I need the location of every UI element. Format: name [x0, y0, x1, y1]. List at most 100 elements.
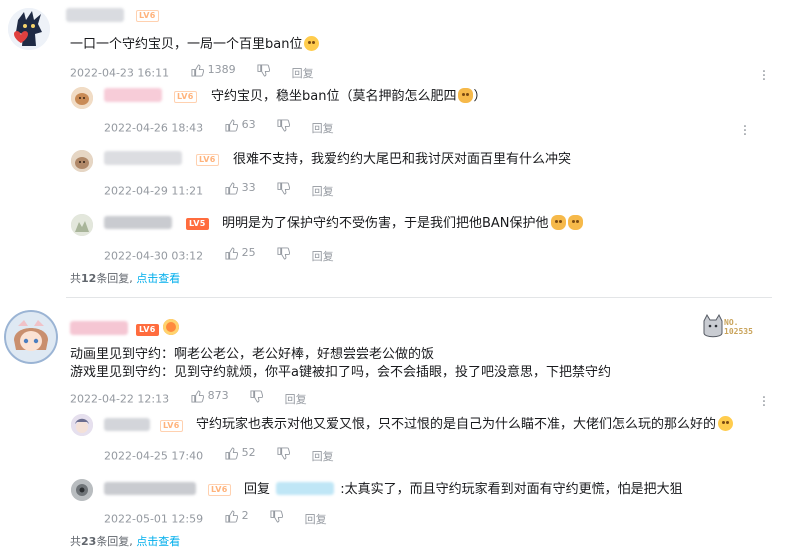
- username-blurred[interactable]: [104, 88, 162, 102]
- username-blurred[interactable]: [104, 482, 196, 495]
- level-badge: LV5: [186, 218, 209, 230]
- comment-text-line1: 动画里见到守约：啊老公老公，老公好棒，好想尝尝老公做的饭: [70, 347, 435, 362]
- avatar[interactable]: [71, 214, 93, 236]
- reply-target-blurred[interactable]: [276, 482, 335, 495]
- timestamp: 2022-04-23 16:11: [70, 66, 170, 80]
- view-replies-link[interactable]: 点击查看: [136, 535, 180, 548]
- level-badge: LV6: [196, 154, 219, 166]
- dislike-button[interactable]: [277, 446, 291, 460]
- thumbs-down-icon: [270, 509, 284, 523]
- timestamp: 2022-04-29 11:21: [104, 184, 204, 198]
- timestamp: 2022-04-30 03:12: [104, 249, 204, 263]
- reply-button[interactable]: 回复: [305, 513, 327, 527]
- timestamp: 2022-04-22 12:13: [70, 392, 170, 406]
- reply-button[interactable]: 回复: [312, 185, 334, 199]
- avatar-image: [71, 214, 93, 236]
- reply-text: 很难不支持，我爱约约大尾巴和我讨厌对面百里有什么冲突: [233, 152, 572, 167]
- level-badge: LV6: [136, 10, 159, 22]
- like-count: 52: [241, 446, 256, 459]
- avatar-image: [71, 414, 93, 436]
- like-count: 2: [241, 509, 249, 522]
- timestamp: 2022-04-26 18:43: [104, 121, 204, 135]
- comment-text: 一口一个守约宝贝，一局一个百里ban位: [70, 36, 320, 54]
- avatar-image: [8, 8, 50, 50]
- timestamp: 2022-05-01 12:59: [104, 512, 204, 526]
- dislike-button[interactable]: [277, 118, 291, 132]
- thumbs-down-icon: [277, 181, 291, 195]
- avatar-image: [71, 150, 93, 172]
- reply-button[interactable]: 回复: [285, 393, 307, 407]
- like-count: 25: [241, 246, 256, 259]
- reply-button[interactable]: 回复: [292, 67, 314, 81]
- like-count: 63: [241, 118, 256, 131]
- more-options-icon[interactable]: · · ·: [760, 391, 768, 413]
- thumbs-up-icon: [191, 389, 204, 403]
- username-blurred[interactable]: [104, 151, 182, 165]
- thumbs-up-icon: [191, 63, 204, 77]
- avatar[interactable]: [71, 150, 93, 172]
- thumbs-down-icon: [277, 246, 291, 260]
- dislike-button[interactable]: [250, 389, 264, 403]
- avatar[interactable]: [71, 414, 93, 436]
- dislike-button[interactable]: [277, 246, 291, 260]
- reply-count: 共12条回复, 点击查看: [70, 272, 181, 285]
- badge-number: 102535: [724, 327, 753, 336]
- view-replies-link[interactable]: 点击查看: [136, 272, 180, 285]
- username-blurred[interactable]: [66, 8, 124, 22]
- level-badge: LV6: [136, 324, 159, 336]
- avatar[interactable]: [8, 8, 50, 50]
- reply-meta: 2022-05-01 12:59 2 回复: [104, 509, 327, 527]
- thumbs-up-icon: [225, 509, 238, 523]
- reply-count: 共23条回复, 点击查看: [70, 535, 181, 548]
- like-button[interactable]: 2: [225, 509, 249, 523]
- reply-button[interactable]: 回复: [312, 250, 334, 264]
- comment-meta: 2022-04-22 12:13 873 回复: [70, 389, 307, 407]
- reply-text: 守约玩家也表示对他又爱又恨，只不过恨的是自己为什么瞄不准，大佬们怎么玩的那么好的: [196, 416, 734, 434]
- sweat-emoji-icon: [718, 416, 734, 431]
- like-count: 33: [241, 181, 256, 194]
- thumbs-down-icon: [277, 118, 291, 132]
- thumbs-up-icon: [225, 446, 238, 460]
- reply-to-label: 回复: [244, 482, 271, 497]
- avatar-image: [71, 87, 93, 109]
- reply-text: 回复 :太真实了，而且守约玩家看到对面有守约更慌，怕是把大狙: [244, 482, 683, 497]
- avatar[interactable]: [71, 87, 93, 109]
- dislike-button[interactable]: [270, 509, 284, 523]
- thumbs-up-icon: [225, 118, 238, 132]
- reply-text: 明明是为了保护守约不受伤害，于是我们把他BAN保护他: [222, 215, 583, 233]
- dislike-button[interactable]: [277, 181, 291, 195]
- badge-no-label: NO.: [724, 318, 739, 327]
- cat-emoji-icon: [550, 215, 566, 230]
- thumbs-down-icon: [257, 63, 271, 77]
- reply-text: 守约宝贝，稳坐ban位（莫名押韵怎么肥四）: [211, 88, 487, 104]
- thumbs-down-icon: [250, 389, 264, 403]
- thumbs-up-icon: [225, 246, 238, 260]
- level-badge: LV6: [160, 420, 183, 432]
- comment-meta: 2022-04-23 16:11 1389 回复: [70, 63, 314, 81]
- like-button[interactable]: 63: [225, 118, 256, 132]
- like-button[interactable]: 33: [225, 181, 256, 195]
- username-blurred[interactable]: [104, 216, 172, 229]
- reply-button[interactable]: 回复: [312, 450, 334, 464]
- dislike-button[interactable]: [257, 63, 271, 77]
- avatar-image: [4, 310, 58, 364]
- avatar-image: [71, 479, 93, 501]
- like-button[interactable]: 1389: [191, 63, 236, 77]
- more-options-icon[interactable]: · · ·: [760, 65, 768, 87]
- username-blurred[interactable]: [70, 321, 128, 335]
- avatar[interactable]: [71, 479, 93, 501]
- reply-meta: 2022-04-29 11:21 33 回复: [104, 181, 334, 199]
- cat-mascot-icon: [703, 313, 723, 338]
- more-options-icon[interactable]: · · ·: [741, 120, 749, 142]
- reply-button[interactable]: 回复: [312, 122, 334, 136]
- like-button[interactable]: 873: [191, 389, 229, 403]
- like-count: 873: [207, 389, 229, 402]
- fan-medal-icon: [163, 319, 179, 335]
- username-blurred[interactable]: [104, 418, 150, 431]
- avatar[interactable]: [4, 310, 58, 364]
- level-badge: LV6: [174, 91, 197, 103]
- level-badge: LV6: [208, 484, 231, 496]
- like-button[interactable]: 52: [225, 446, 256, 460]
- like-button[interactable]: 25: [225, 246, 256, 260]
- timestamp: 2022-04-25 17:40: [104, 449, 204, 463]
